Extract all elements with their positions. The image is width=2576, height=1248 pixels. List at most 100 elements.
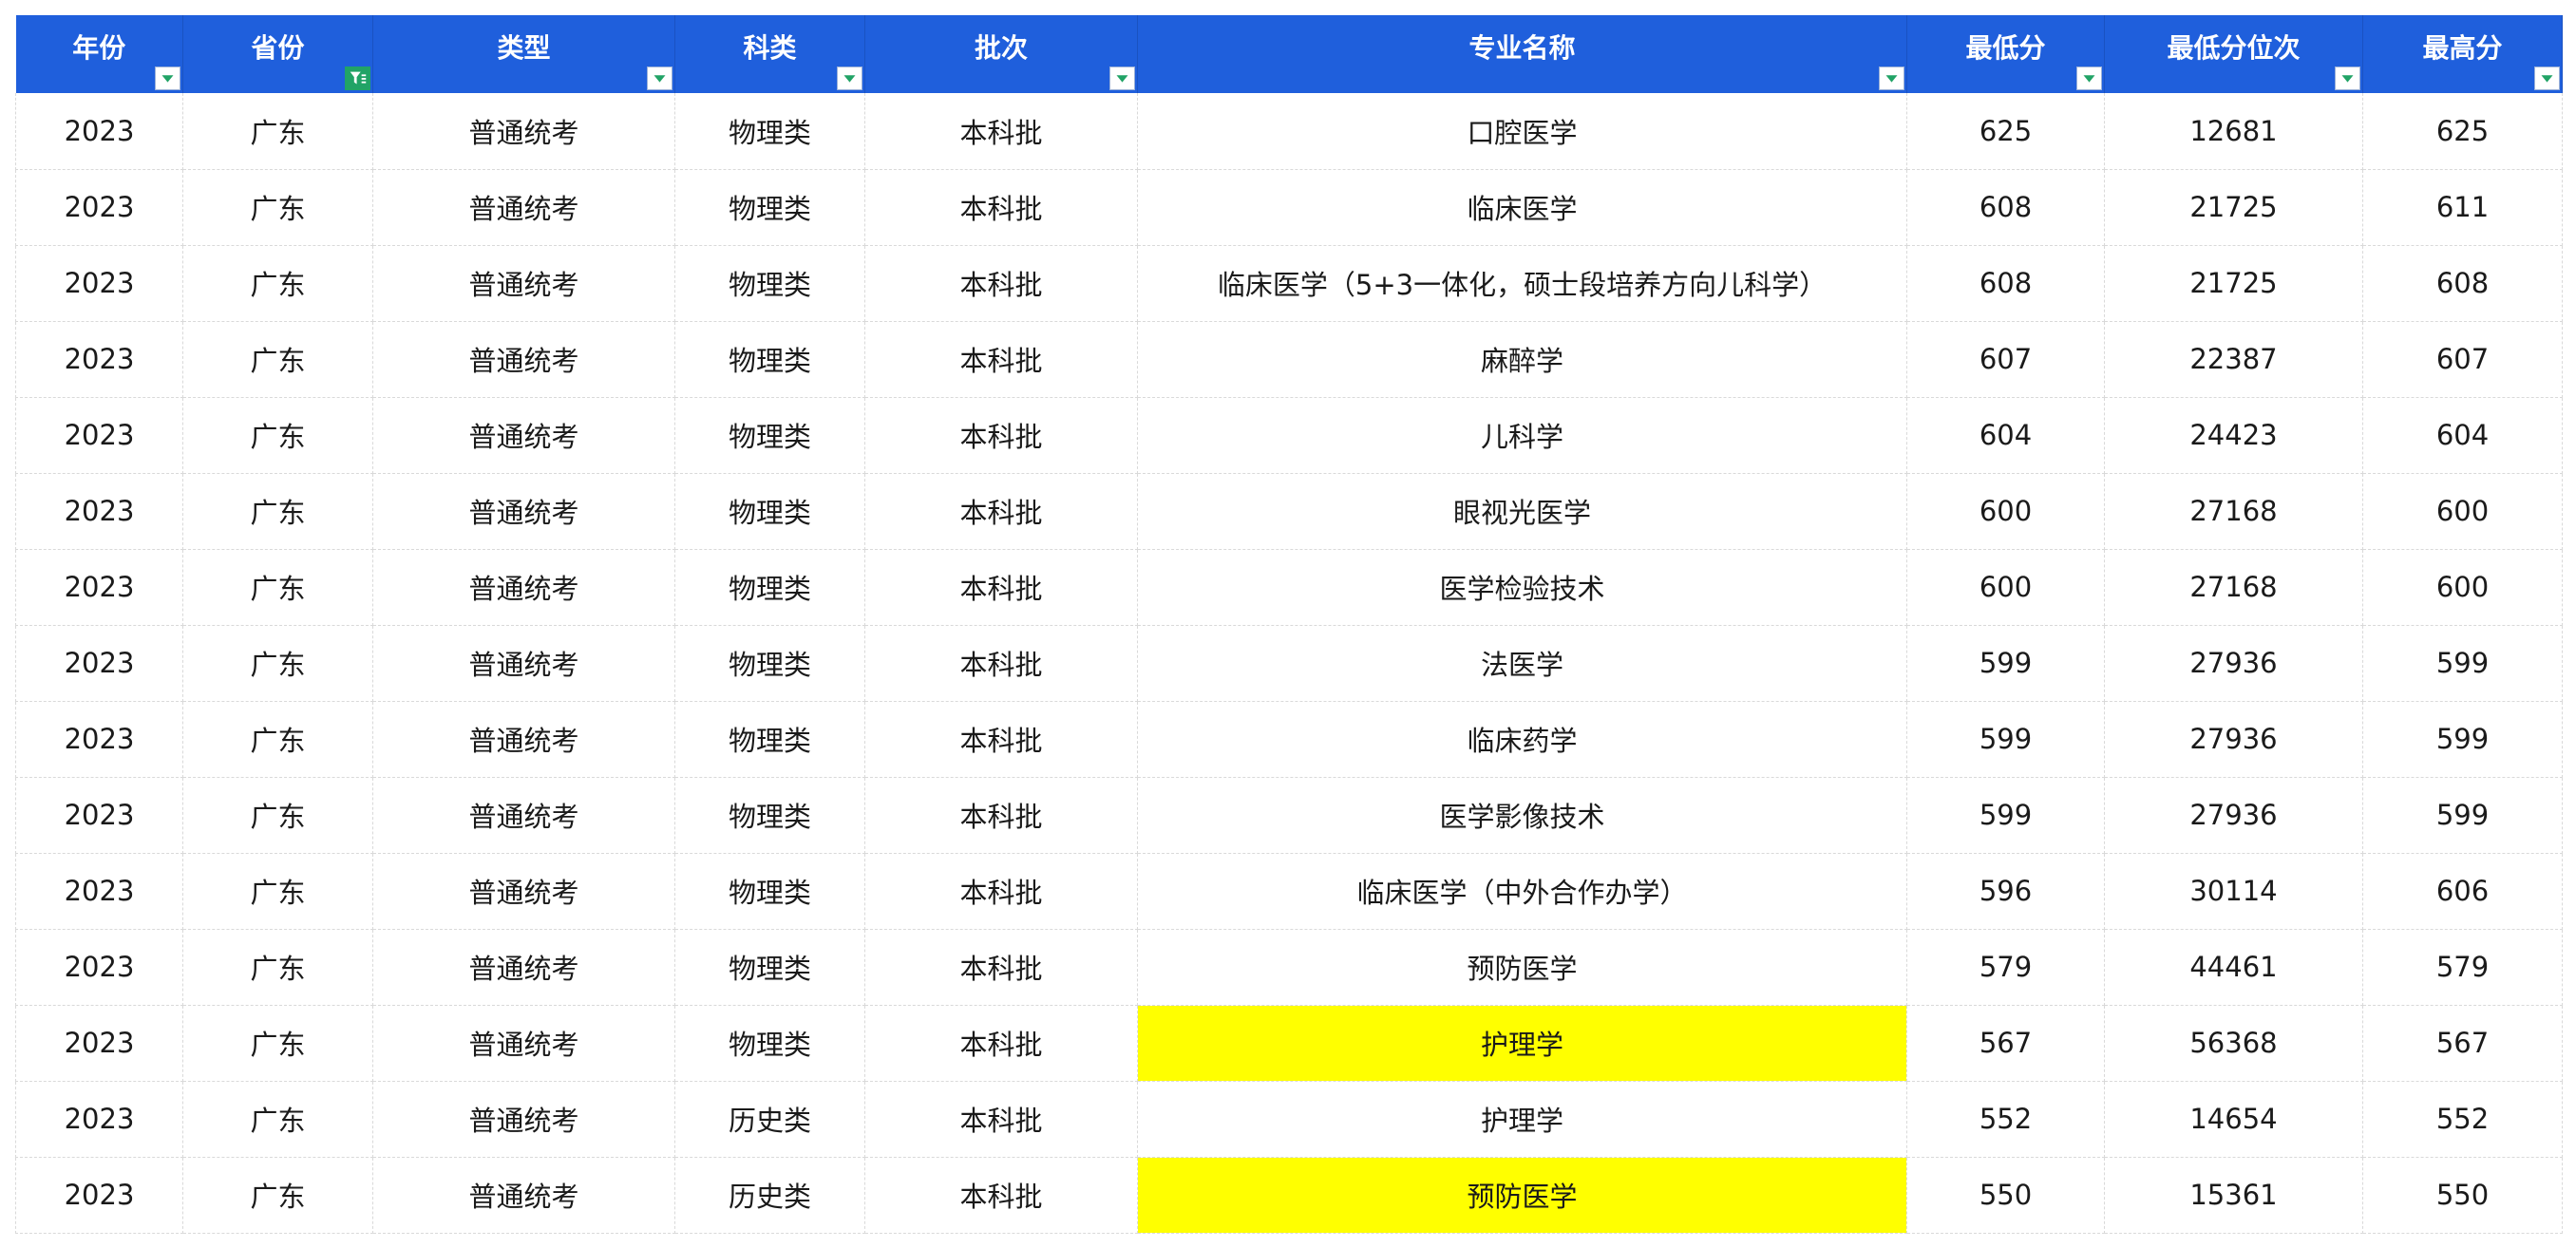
max-score-cell[interactable]: 550 bbox=[2362, 1157, 2563, 1234]
province-cell[interactable]: 广东 bbox=[182, 777, 373, 854]
min-rank-cell[interactable]: 14654 bbox=[2104, 1081, 2363, 1158]
min-rank-cell[interactable]: 15361 bbox=[2104, 1157, 2363, 1234]
min-score-cell[interactable]: 604 bbox=[1906, 397, 2105, 474]
province-cell[interactable]: 广东 bbox=[182, 93, 373, 170]
min-rank-cell[interactable]: 27168 bbox=[2104, 473, 2363, 550]
min-score-cell[interactable]: 550 bbox=[1906, 1157, 2105, 1234]
type-cell[interactable]: 普通统考 bbox=[372, 245, 675, 322]
filter-dropdown-button[interactable] bbox=[2335, 66, 2360, 90]
min-rank-cell[interactable]: 44461 bbox=[2104, 929, 2363, 1006]
max-score-cell[interactable]: 606 bbox=[2362, 853, 2563, 930]
year-cell[interactable]: 2023 bbox=[15, 853, 183, 930]
province-cell[interactable]: 广东 bbox=[182, 853, 373, 930]
min-rank-cell[interactable]: 27936 bbox=[2104, 625, 2363, 702]
subject-cell[interactable]: 物理类 bbox=[674, 169, 865, 246]
major-cell[interactable]: 儿科学 bbox=[1137, 397, 1907, 474]
batch-cell[interactable]: 本科批 bbox=[864, 701, 1138, 778]
max-score-cell[interactable]: 599 bbox=[2362, 625, 2563, 702]
province-cell[interactable]: 广东 bbox=[182, 929, 373, 1006]
batch-cell[interactable]: 本科批 bbox=[864, 853, 1138, 930]
subject-cell[interactable]: 物理类 bbox=[674, 1005, 865, 1082]
major-cell[interactable]: 临床医学（5+3一体化，硕士段培养方向儿科学） bbox=[1137, 245, 1907, 322]
min-rank-cell[interactable]: 22387 bbox=[2104, 321, 2363, 398]
max-score-cell[interactable]: 607 bbox=[2362, 321, 2563, 398]
batch-cell[interactable]: 本科批 bbox=[864, 1005, 1138, 1082]
min-score-cell[interactable]: 625 bbox=[1906, 93, 2105, 170]
subject-cell[interactable]: 历史类 bbox=[674, 1081, 865, 1158]
filter-dropdown-button[interactable] bbox=[1879, 66, 1904, 90]
min-rank-cell[interactable]: 27936 bbox=[2104, 777, 2363, 854]
type-cell[interactable]: 普通统考 bbox=[372, 777, 675, 854]
year-cell[interactable]: 2023 bbox=[15, 1157, 183, 1234]
year-cell[interactable]: 2023 bbox=[15, 777, 183, 854]
type-cell[interactable]: 普通统考 bbox=[372, 549, 675, 626]
type-cell[interactable]: 普通统考 bbox=[372, 1157, 675, 1234]
min-rank-cell[interactable]: 24423 bbox=[2104, 397, 2363, 474]
type-cell[interactable]: 普通统考 bbox=[372, 397, 675, 474]
batch-cell[interactable]: 本科批 bbox=[864, 929, 1138, 1006]
min-score-cell[interactable]: 579 bbox=[1906, 929, 2105, 1006]
max-score-cell[interactable]: 604 bbox=[2362, 397, 2563, 474]
min-score-cell[interactable]: 607 bbox=[1906, 321, 2105, 398]
major-cell[interactable]: 临床药学 bbox=[1137, 701, 1907, 778]
max-score-cell[interactable]: 599 bbox=[2362, 701, 2563, 778]
province-cell[interactable]: 广东 bbox=[182, 625, 373, 702]
major-cell[interactable]: 预防医学 bbox=[1137, 929, 1907, 1006]
type-cell[interactable]: 普通统考 bbox=[372, 853, 675, 930]
type-cell[interactable]: 普通统考 bbox=[372, 93, 675, 170]
year-cell[interactable]: 2023 bbox=[15, 549, 183, 626]
type-cell[interactable]: 普通统考 bbox=[372, 1005, 675, 1082]
year-cell[interactable]: 2023 bbox=[15, 321, 183, 398]
subject-cell[interactable]: 物理类 bbox=[674, 473, 865, 550]
subject-cell[interactable]: 物理类 bbox=[674, 929, 865, 1006]
province-cell[interactable]: 广东 bbox=[182, 473, 373, 550]
max-score-cell[interactable]: 625 bbox=[2362, 93, 2563, 170]
type-cell[interactable]: 普通统考 bbox=[372, 1081, 675, 1158]
province-cell[interactable]: 广东 bbox=[182, 1005, 373, 1082]
province-cell[interactable]: 广东 bbox=[182, 245, 373, 322]
filter-dropdown-button[interactable] bbox=[155, 66, 180, 90]
subject-cell[interactable]: 物理类 bbox=[674, 93, 865, 170]
type-cell[interactable]: 普通统考 bbox=[372, 929, 675, 1006]
subject-cell[interactable]: 物理类 bbox=[674, 777, 865, 854]
major-cell[interactable]: 口腔医学 bbox=[1137, 93, 1907, 170]
min-rank-cell[interactable]: 21725 bbox=[2104, 169, 2363, 246]
major-cell[interactable]: 护理学 bbox=[1137, 1005, 1907, 1082]
batch-cell[interactable]: 本科批 bbox=[864, 625, 1138, 702]
batch-cell[interactable]: 本科批 bbox=[864, 473, 1138, 550]
filter-dropdown-button[interactable] bbox=[2534, 66, 2560, 90]
subject-cell[interactable]: 物理类 bbox=[674, 701, 865, 778]
major-cell[interactable]: 医学影像技术 bbox=[1137, 777, 1907, 854]
type-cell[interactable]: 普通统考 bbox=[372, 321, 675, 398]
major-cell[interactable]: 医学检验技术 bbox=[1137, 549, 1907, 626]
min-score-cell[interactable]: 600 bbox=[1906, 473, 2105, 550]
batch-cell[interactable]: 本科批 bbox=[864, 1081, 1138, 1158]
subject-cell[interactable]: 物理类 bbox=[674, 625, 865, 702]
subject-cell[interactable]: 物理类 bbox=[674, 549, 865, 626]
batch-cell[interactable]: 本科批 bbox=[864, 321, 1138, 398]
batch-cell[interactable]: 本科批 bbox=[864, 777, 1138, 854]
min-rank-cell[interactable]: 21725 bbox=[2104, 245, 2363, 322]
min-rank-cell[interactable]: 56368 bbox=[2104, 1005, 2363, 1082]
major-cell[interactable]: 眼视光医学 bbox=[1137, 473, 1907, 550]
province-cell[interactable]: 广东 bbox=[182, 169, 373, 246]
filter-dropdown-button[interactable] bbox=[837, 66, 862, 90]
year-cell[interactable]: 2023 bbox=[15, 169, 183, 246]
major-cell[interactable]: 麻醉学 bbox=[1137, 321, 1907, 398]
min-score-cell[interactable]: 567 bbox=[1906, 1005, 2105, 1082]
major-cell[interactable]: 临床医学 bbox=[1137, 169, 1907, 246]
year-cell[interactable]: 2023 bbox=[15, 397, 183, 474]
max-score-cell[interactable]: 608 bbox=[2362, 245, 2563, 322]
province-cell[interactable]: 广东 bbox=[182, 397, 373, 474]
min-rank-cell[interactable]: 27168 bbox=[2104, 549, 2363, 626]
max-score-cell[interactable]: 579 bbox=[2362, 929, 2563, 1006]
year-cell[interactable]: 2023 bbox=[15, 625, 183, 702]
min-score-cell[interactable]: 608 bbox=[1906, 245, 2105, 322]
year-cell[interactable]: 2023 bbox=[15, 929, 183, 1006]
min-rank-cell[interactable]: 30114 bbox=[2104, 853, 2363, 930]
filter-dropdown-button[interactable] bbox=[2076, 66, 2102, 90]
province-cell[interactable]: 广东 bbox=[182, 1081, 373, 1158]
max-score-cell[interactable]: 599 bbox=[2362, 777, 2563, 854]
batch-cell[interactable]: 本科批 bbox=[864, 93, 1138, 170]
type-cell[interactable]: 普通统考 bbox=[372, 625, 675, 702]
